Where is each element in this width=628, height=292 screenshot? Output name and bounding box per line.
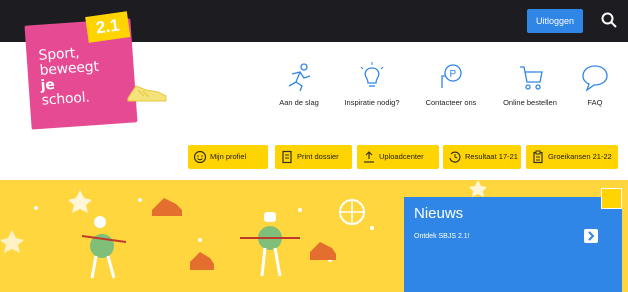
- chevron-right-icon: [588, 231, 595, 241]
- button-label: Resultaat 17-21: [465, 152, 518, 161]
- nav-item-faq[interactable]: FAQ: [560, 62, 628, 107]
- nav-label: Inspiratie nodig?: [344, 98, 400, 107]
- news-panel: Nieuws Ontdek SBJS 2.1!: [404, 188, 622, 292]
- nav-label: Online bestellen: [503, 98, 557, 107]
- sneaker-icon: [127, 85, 167, 102]
- clipboard-icon: [533, 150, 543, 164]
- version-badge: 2.1: [85, 11, 131, 43]
- news-title: Nieuws: [414, 205, 464, 222]
- uploadcenter-button[interactable]: Uploadcenter: [357, 145, 439, 169]
- nav-item-aan-de-slag[interactable]: Aan de slag: [264, 62, 334, 107]
- nav-label: Aan de slag: [279, 98, 319, 107]
- button-label: Uploadcenter: [379, 152, 424, 161]
- logo-text: Sport, beweegt je school.: [38, 45, 101, 109]
- sport-beweegt-je-school-logo[interactable]: 2.1 Sport, beweegt je school.: [24, 11, 138, 130]
- mijn-profiel-button[interactable]: Mijn profiel: [188, 145, 268, 169]
- lightbulb-icon: [360, 62, 384, 87]
- document-icon: [282, 150, 292, 164]
- sneaker-icon: [152, 198, 336, 270]
- nav-item-inspiratie[interactable]: Inspiratie nodig?: [337, 62, 407, 107]
- smiley-icon: [193, 150, 207, 164]
- news-next-button[interactable]: [584, 229, 598, 243]
- logout-button[interactable]: Uitloggen: [527, 9, 583, 33]
- chat-icon: [582, 65, 608, 92]
- upload-icon: [364, 151, 374, 163]
- news-item[interactable]: Ontdek SBJS 2.1!: [414, 233, 470, 240]
- groeikansen-button[interactable]: Groeikansen 21-22: [526, 145, 618, 169]
- nav-label: Contacteer ons: [425, 98, 477, 107]
- character-1-icon: [81, 216, 127, 279]
- button-label: Groeikansen 21-22: [548, 152, 612, 161]
- search-icon[interactable]: [600, 11, 618, 29]
- history-icon: [449, 151, 461, 163]
- button-label: Print dossier: [297, 152, 339, 161]
- svg-text:P: P: [450, 69, 457, 80]
- news-corner-decoration: [601, 188, 622, 209]
- nav-item-online-bestellen[interactable]: Online bestellen: [495, 62, 565, 107]
- resultaat-button[interactable]: Resultaat 17-21: [443, 145, 521, 169]
- runner-icon: [288, 63, 311, 92]
- nav-label: FAQ: [587, 98, 603, 107]
- basketball-icon: [339, 199, 365, 225]
- logo-line-4: school.: [41, 89, 91, 109]
- print-dossier-button[interactable]: Print dossier: [275, 145, 352, 169]
- cart-icon: [520, 66, 543, 90]
- character-2-icon: [240, 212, 300, 277]
- nav-item-contacteer-ons[interactable]: P Contacteer ons: [416, 62, 486, 107]
- contact-icon: P: [441, 64, 462, 88]
- button-label: Mijn profiel: [210, 152, 247, 161]
